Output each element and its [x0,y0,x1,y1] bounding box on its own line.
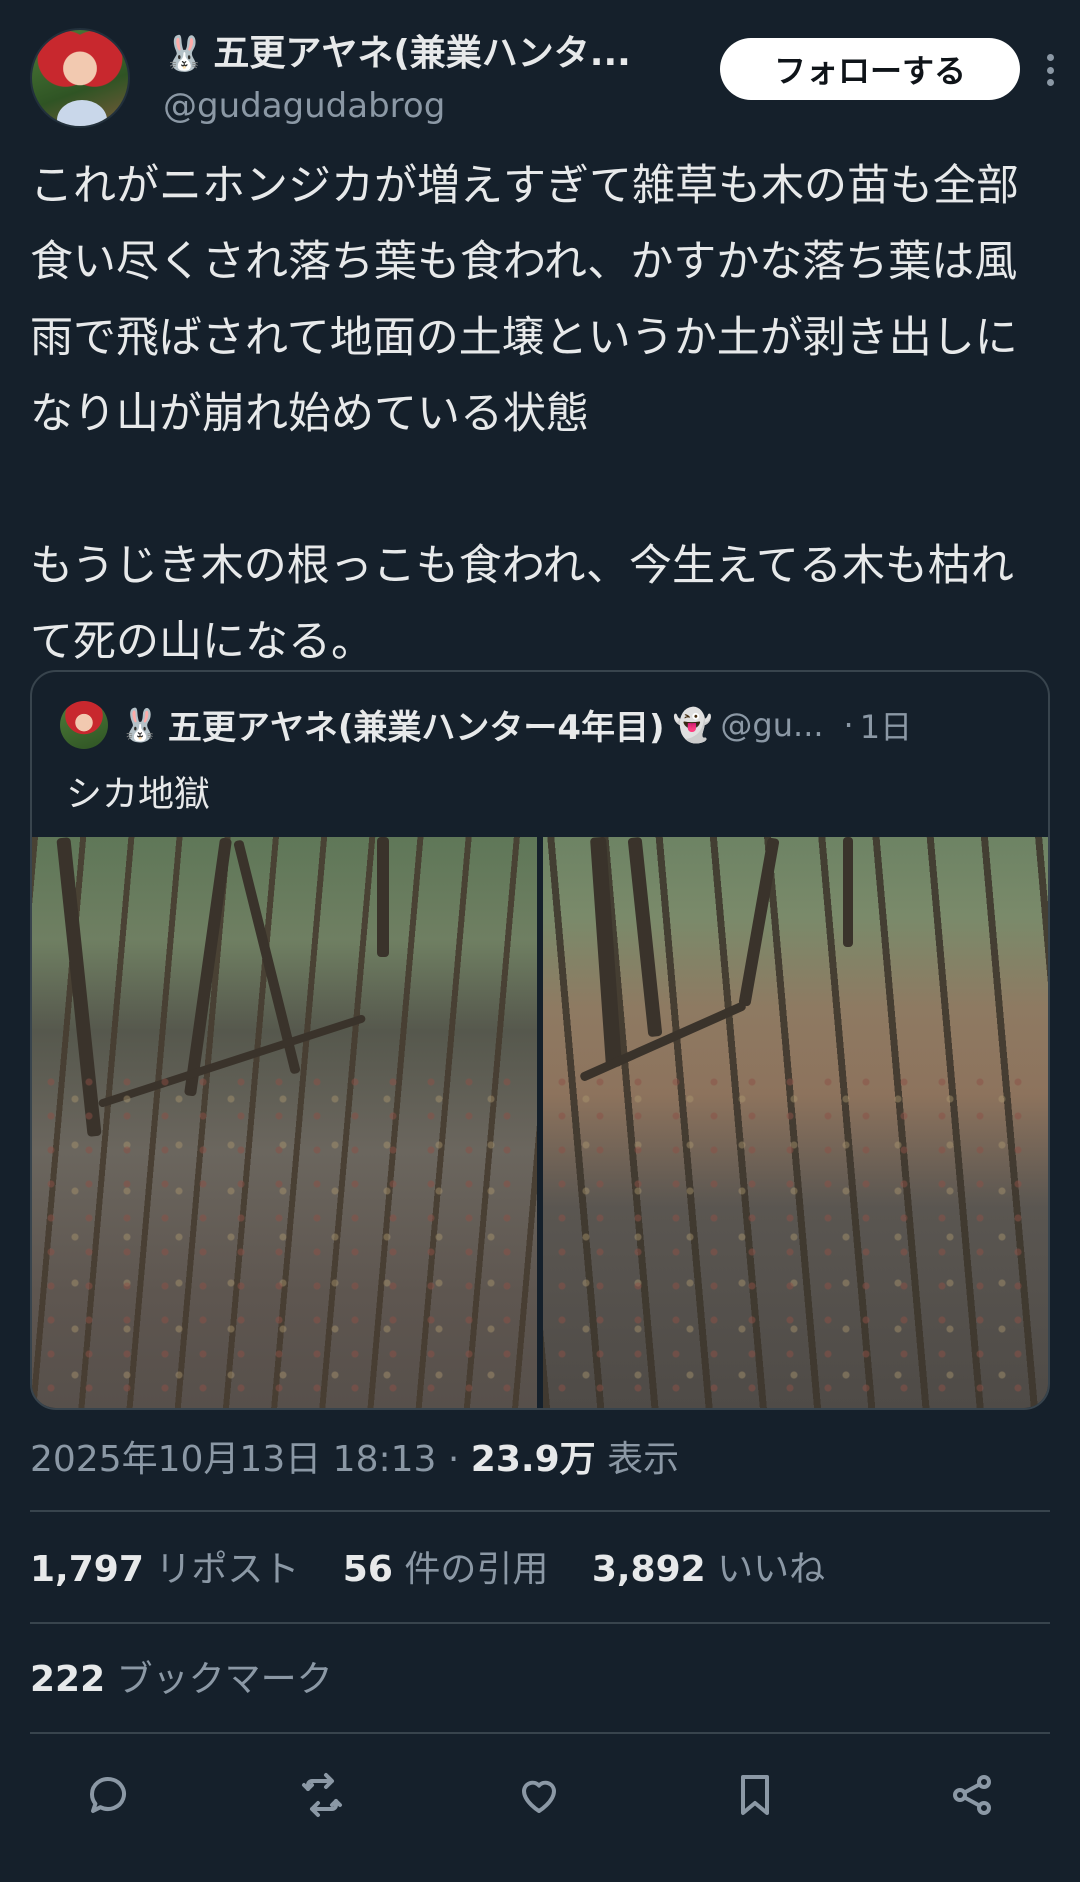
reposts-label: リポスト [155,1549,300,1590]
action-bar [0,1760,1080,1830]
quoted-tweet-text: シカ地獄 [66,774,211,815]
divider [30,1510,1050,1512]
quotes-label: 件の引用 [404,1549,549,1590]
rabbit-emoji-icon: 🐰 [163,34,206,74]
retweet-icon[interactable] [287,1760,357,1830]
quoted-media-grid [32,837,1048,1408]
forest-photo-left[interactable] [32,837,537,1408]
more-options-icon[interactable] [1038,48,1062,92]
engagement-stats: 1,797 リポスト 56 件の引用 3,892 いいね [30,1540,857,1592]
quoted-tweet-card[interactable]: 🐰 五更アヤネ(兼業ハンター4年目) 👻 @gu... · 1日 シカ地獄 [30,670,1050,1410]
bookmark-icon[interactable] [720,1760,790,1830]
tweet-text: これがニホンジカが増えすぎて雑草も木の苗も全部食い尽くされ落ち葉も食われ、かすか… [30,148,1050,680]
reposts-stat[interactable]: 1,797 リポスト [30,1549,299,1590]
author-handle[interactable]: @gudagudabrog [163,84,445,128]
meta-separator: · [447,1439,460,1480]
ghost-emoji-icon: 👻 [672,705,713,744]
avatar-shirt [57,100,107,126]
tweet-meta: 2025年10月13日 18:13 · 23.9万 表示 [30,1430,679,1482]
author-avatar[interactable] [30,28,130,128]
author-name-row[interactable]: 🐰 五更アヤネ(兼業ハンタ... [163,32,631,76]
quoted-timestamp: 1日 [859,707,913,746]
bookmarks-count: 222 [30,1659,106,1700]
quoted-author-handle: @gu... [720,705,824,744]
tweet-timestamp[interactable]: 2025年10月13日 18:13 [30,1439,436,1480]
quoted-separator: · [843,705,854,744]
quoted-tweet-header: 🐰 五更アヤネ(兼業ハンター4年目) 👻 @gu... · 1日 [60,700,912,749]
forest-photo-right[interactable] [543,837,1048,1408]
view-label: 表示 [607,1439,680,1480]
tweet-header: 🐰 五更アヤネ(兼業ハンタ... @gudagudabrog フォローする [30,28,1054,128]
bookmarks-label: ブックマーク [116,1659,333,1700]
quoted-author-avatar [60,700,108,749]
tweet-paragraph-1: これがニホンジカが増えすぎて雑草も木の苗も全部食い尽くされ落ち葉も食われ、かすか… [30,161,1019,439]
quotes-stat[interactable]: 56 件の引用 [343,1549,549,1590]
reposts-count: 1,797 [30,1549,144,1590]
share-icon[interactable] [937,1760,1007,1830]
likes-label: いいね [717,1549,826,1590]
divider [30,1732,1050,1734]
quoted-rabbit-emoji-icon: 🐰 [120,705,160,744]
tweet-paragraph-2: もうじき木の根っこも食われ、今生えてる木も枯れて死の山になる。 [30,541,1014,667]
quoted-author-name: 五更アヤネ(兼業ハンター4年目) [167,708,665,748]
bookmarks-stat[interactable]: 222 ブックマーク [30,1650,333,1702]
quotes-count: 56 [342,1549,393,1590]
follow-button[interactable]: フォローする [720,38,1020,100]
like-icon[interactable] [504,1760,574,1830]
likes-stat[interactable]: 3,892 いいね [592,1549,825,1590]
reply-icon[interactable] [73,1760,143,1830]
divider [30,1622,1050,1624]
view-count: 23.9万 [470,1439,596,1480]
likes-count: 3,892 [591,1549,706,1590]
author-display-name[interactable]: 五更アヤネ(兼業ハンタ... [213,32,630,76]
